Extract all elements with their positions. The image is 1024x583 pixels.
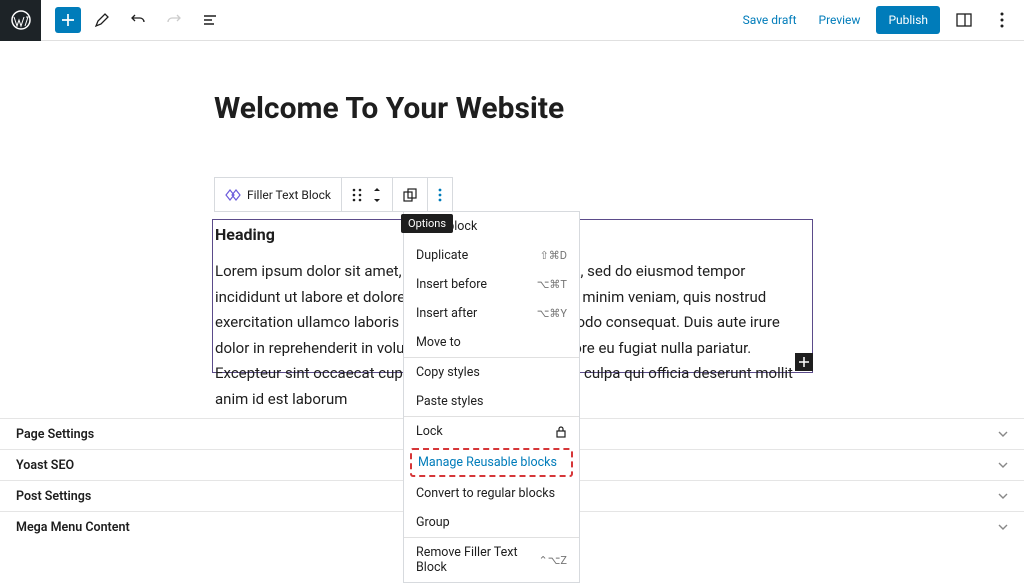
menu-label: Manage Reusable blocks	[418, 455, 557, 470]
chevron-down-icon	[998, 524, 1008, 530]
panel-title: Page Settings	[16, 427, 94, 442]
menu-shortcut: ⇧⌘D	[540, 249, 567, 262]
menu-shortcut: ⌥⌘T	[537, 278, 567, 291]
wordpress-logo[interactable]	[0, 0, 41, 41]
undo-icon[interactable]	[123, 5, 153, 35]
menu-label: Move to	[416, 335, 461, 350]
chevron-down-icon	[998, 493, 1008, 499]
more-vertical-icon	[438, 188, 442, 202]
menu-insert-after[interactable]: Insert after ⌥⌘Y	[404, 299, 579, 328]
save-draft-button[interactable]: Save draft	[737, 9, 803, 31]
publish-button[interactable]: Publish	[876, 6, 940, 34]
redo-icon[interactable]	[159, 5, 189, 35]
toolbar-left	[41, 5, 225, 35]
menu-group[interactable]: Group	[404, 508, 579, 537]
block-move-group	[342, 178, 393, 211]
block-type-button[interactable]: Filler Text Block	[215, 178, 342, 211]
add-block-button[interactable]	[55, 7, 81, 33]
menu-manage-reusable[interactable]: Manage Reusable blocks	[410, 448, 573, 477]
menu-label: Convert to regular blocks	[416, 486, 555, 501]
menu-label: Insert after	[416, 306, 477, 321]
menu-label: Remove Filler Text Block	[416, 545, 539, 575]
menu-convert[interactable]: Convert to regular blocks	[404, 479, 579, 508]
copy-icon	[403, 188, 417, 202]
block-type-label: Filler Text Block	[247, 188, 331, 202]
document-outline-icon[interactable]	[195, 5, 225, 35]
post-title[interactable]: Welcome To Your Website	[214, 91, 1024, 126]
block-copy-button[interactable]	[393, 178, 428, 211]
block-toolbar: Filler Text Block	[214, 177, 453, 212]
block-heading[interactable]: Heading	[215, 225, 275, 244]
preview-button[interactable]: Preview	[813, 9, 867, 31]
menu-label: Lock	[416, 424, 443, 439]
menu-paste-styles[interactable]: Paste styles	[404, 387, 579, 416]
lock-icon	[555, 425, 567, 438]
menu-label: Paste styles	[416, 394, 483, 409]
menu-move-to[interactable]: Move to	[404, 328, 579, 357]
editor-canvas: Welcome To Your Website Filler Text Bloc…	[0, 41, 1024, 126]
chevron-down-icon	[998, 462, 1008, 468]
block-options-menu: Copy block Duplicate⇧⌘D Insert before⌥⌘T…	[403, 211, 580, 583]
menu-copy-styles[interactable]: Copy styles	[404, 358, 579, 387]
inline-add-block-button[interactable]	[795, 353, 813, 371]
menu-shortcut: ⌥⌘Y	[537, 307, 567, 320]
more-options-icon[interactable]	[988, 6, 1016, 34]
menu-lock[interactable]: Lock	[404, 417, 579, 446]
menu-duplicate[interactable]: Duplicate ⇧⌘D	[404, 241, 579, 270]
toolbar-right: Save draft Preview Publish	[737, 6, 1024, 34]
edit-mode-icon[interactable]	[87, 5, 117, 35]
move-up-down-icon[interactable]	[372, 187, 382, 203]
panel-title: Post Settings	[16, 489, 91, 504]
menu-shortcut: ⌃⌥Z	[539, 554, 567, 567]
menu-label: Copy styles	[416, 365, 480, 380]
menu-label: Group	[416, 515, 450, 530]
panel-title: Mega Menu Content	[16, 520, 130, 535]
chevron-down-icon	[998, 431, 1008, 437]
block-options-button[interactable]	[428, 178, 452, 211]
menu-label: Duplicate	[416, 248, 468, 263]
menu-label: Insert before	[416, 277, 487, 292]
block-icon	[225, 187, 241, 203]
sidebar-toggle-icon[interactable]	[950, 6, 978, 34]
menu-insert-before[interactable]: Insert before ⌥⌘T	[404, 270, 579, 299]
options-tooltip: Options	[401, 214, 453, 233]
panel-title: Yoast SEO	[16, 458, 74, 473]
drag-handle-icon[interactable]	[352, 188, 362, 202]
editor-topbar: Save draft Preview Publish	[0, 0, 1024, 41]
